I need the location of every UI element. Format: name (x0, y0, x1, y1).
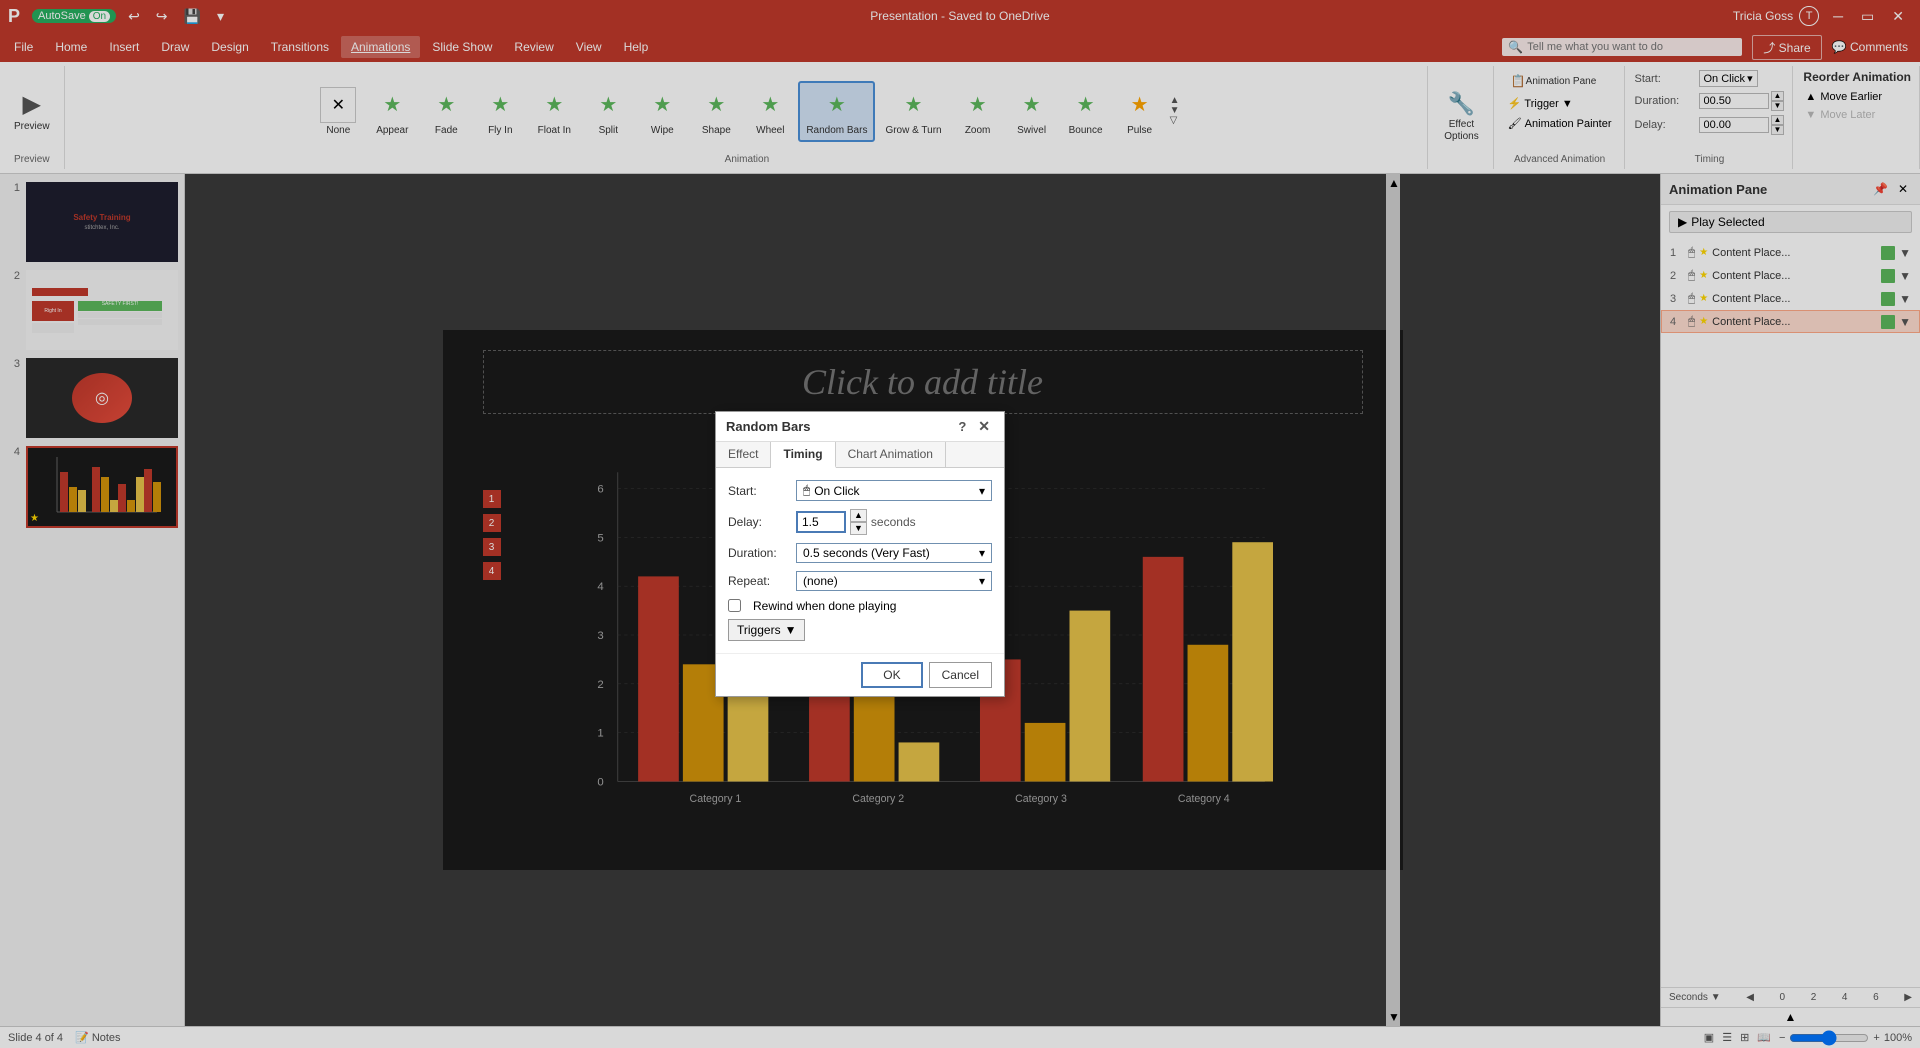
dialog-repeat-label: Repeat: (728, 574, 788, 588)
dialog-start-dropdown[interactable]: 🖱 On Click ▾ (796, 480, 992, 501)
repeat-arrow: ▾ (979, 574, 985, 588)
dialog-delay-label: Delay: (728, 515, 788, 529)
dialog-duration-value: 0.5 seconds (Very Fast) (803, 546, 930, 560)
duration-arrow: ▾ (979, 546, 985, 560)
dialog-repeat-value: (none) (803, 574, 838, 588)
dialog-duration-dropdown[interactable]: 0.5 seconds (Very Fast) ▾ (796, 543, 992, 563)
dialog-duration-label: Duration: (728, 546, 788, 560)
rewind-checkbox[interactable] (728, 599, 741, 612)
dialog-delay-row: Delay: ▲ ▼ seconds (728, 509, 992, 535)
dialog-start-value: On Click (814, 484, 859, 498)
rewind-label: Rewind when done playing (753, 599, 896, 613)
dialog-delay-input-area: ▲ ▼ seconds (796, 509, 916, 535)
dialog-start-row: Start: 🖱 On Click ▾ (728, 480, 992, 501)
dialog-help-button[interactable]: ? (958, 419, 966, 434)
dialog-tabs: Effect Timing Chart Animation (716, 442, 1004, 468)
triggers-button[interactable]: Triggers ▼ (728, 619, 805, 641)
dialog-title: Random Bars (726, 419, 811, 434)
dialog-close-button[interactable]: ✕ (974, 418, 994, 435)
dialog-body: Start: 🖱 On Click ▾ Delay: ▲ ▼ (716, 468, 1004, 653)
triggers-arrow: ▼ (785, 623, 797, 637)
dialog-overlay: Random Bars ? ✕ Effect Timing Chart Anim… (0, 0, 1920, 1048)
cancel-button[interactable]: Cancel (929, 662, 992, 688)
dialog-tab-timing[interactable]: Timing (771, 442, 835, 468)
dialog-repeat-dropdown[interactable]: (none) ▾ (796, 571, 992, 591)
dialog-footer: OK Cancel (716, 653, 1004, 696)
ok-button[interactable]: OK (861, 662, 922, 688)
triggers-label: Triggers (737, 623, 781, 637)
delay-spin-up[interactable]: ▲ (850, 509, 867, 522)
random-bars-dialog: Random Bars ? ✕ Effect Timing Chart Anim… (715, 411, 1005, 697)
dialog-delay-spinner: ▲ ▼ (850, 509, 867, 535)
dialog-duration-row: Duration: 0.5 seconds (Very Fast) ▾ (728, 543, 992, 563)
dialog-repeat-row: Repeat: (none) ▾ (728, 571, 992, 591)
dialog-titlebar: Random Bars ? ✕ (716, 412, 1004, 442)
start-arrow: ▾ (979, 484, 985, 498)
dialog-start-label: Start: (728, 484, 788, 498)
delay-spin-down[interactable]: ▼ (850, 522, 867, 535)
dialog-rewind-row: Rewind when done playing (728, 599, 992, 613)
dialog-tab-effect[interactable]: Effect (716, 442, 771, 467)
dialog-tab-chart[interactable]: Chart Animation (836, 442, 946, 467)
dialog-delay-input[interactable] (796, 511, 846, 533)
start-cursor-icon: 🖱 (803, 483, 810, 498)
delay-unit: seconds (871, 515, 916, 529)
